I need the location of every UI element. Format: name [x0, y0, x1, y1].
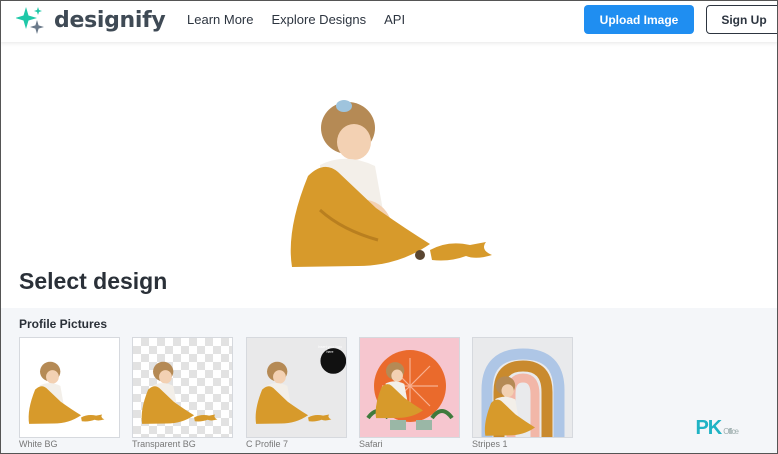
design-gallery: Profile Pictures White BG Transparent BG: [0, 308, 778, 454]
design-card-white-bg[interactable]: [19, 337, 120, 438]
section-label: Profile Pictures: [19, 317, 108, 331]
logo[interactable]: designify: [15, 6, 166, 34]
sparkle-logo-icon: [15, 6, 46, 34]
watermark-small: Office: [723, 427, 739, 436]
nav-learn-more[interactable]: Learn More: [187, 12, 253, 27]
watermark-text: PK: [695, 417, 722, 439]
logo-badge-text: Insert your logo here: [317, 345, 343, 354]
upload-image-button[interactable]: Upload Image: [584, 5, 694, 34]
card-label: Safari: [359, 439, 383, 449]
sign-up-button[interactable]: Sign Up: [706, 5, 778, 34]
nav-api[interactable]: API: [384, 12, 405, 27]
design-card-stripes-1[interactable]: [472, 337, 573, 438]
main-nav: Learn More Explore Designs API: [187, 12, 423, 27]
design-card-safari[interactable]: [359, 337, 460, 438]
logo-text: designify: [54, 7, 166, 33]
top-header: designify Learn More Explore Designs API…: [0, 0, 778, 42]
page-title: Select design: [19, 268, 168, 294]
design-card-c-profile-7[interactable]: Insert your logo here: [246, 337, 347, 438]
watermark: PK Office: [695, 417, 739, 440]
design-card-transparent-bg[interactable]: [132, 337, 233, 438]
card-label: Transparent BG: [132, 439, 196, 449]
card-label: C Profile 7: [246, 439, 289, 449]
card-label: White BG: [19, 439, 58, 449]
card-label: Stripes 1: [472, 439, 508, 449]
design-preview-image: [280, 90, 500, 270]
nav-explore-designs[interactable]: Explore Designs: [271, 12, 366, 27]
